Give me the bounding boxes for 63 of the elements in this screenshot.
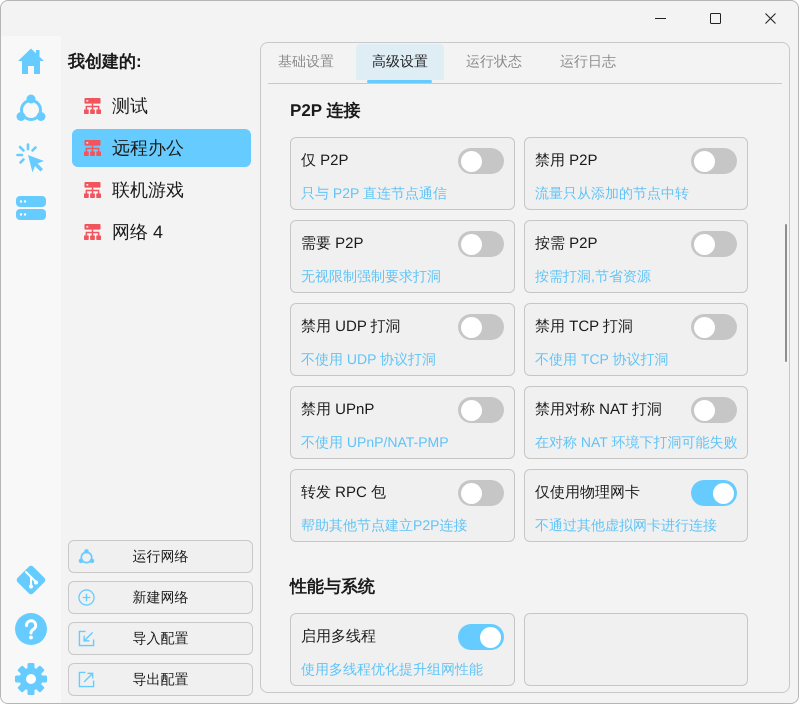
tab[interactable]: 高级设置 bbox=[356, 44, 444, 83]
network-topology-icon bbox=[83, 182, 102, 198]
import-config-button[interactable]: 导入配置 bbox=[68, 622, 253, 655]
settings-icon[interactable] bbox=[14, 662, 48, 696]
toggle-switch[interactable] bbox=[458, 624, 504, 650]
setting-title: 禁用 P2P bbox=[535, 151, 598, 171]
cursor-click-icon[interactable] bbox=[16, 143, 46, 173]
setting-description: 只与 P2P 直连节点通信 bbox=[301, 184, 447, 203]
network-topology-icon bbox=[83, 224, 102, 240]
setting-description: 不使用 UDP 协议打洞 bbox=[301, 350, 436, 369]
toggle-switch[interactable] bbox=[691, 148, 737, 174]
setting-title: 禁用 UPnP bbox=[301, 400, 374, 420]
network-topology-icon bbox=[83, 98, 102, 114]
network-ring-icon bbox=[78, 548, 95, 565]
section-title: P2P 连接 bbox=[290, 100, 361, 122]
setting-description: 流量只从添加的节点中转 bbox=[535, 184, 689, 203]
setting-description: 不使用 UPnP/NAT-PMP bbox=[301, 433, 449, 452]
setting-description: 按需打洞,节省资源 bbox=[535, 267, 651, 286]
toggle-switch[interactable] bbox=[691, 397, 737, 423]
setting-title: 仅使用物理网卡 bbox=[535, 483, 640, 503]
setting-description: 帮助其他节点建立P2P连接 bbox=[301, 516, 468, 535]
close-icon[interactable] bbox=[765, 13, 776, 24]
toggle-switch[interactable] bbox=[691, 480, 737, 506]
new-network-button[interactable]: 新建网络 bbox=[68, 581, 253, 614]
network-item[interactable]: 网络 4 bbox=[72, 213, 251, 251]
setting-title: 需要 P2P bbox=[301, 234, 364, 254]
toggle-switch[interactable] bbox=[458, 314, 504, 340]
setting-description: 不使用 TCP 协议打洞 bbox=[535, 350, 669, 369]
sidebar-heading: 我创建的: bbox=[68, 51, 142, 73]
network-item[interactable]: 联机游戏 bbox=[72, 171, 251, 209]
setting-title: 启用多线程 bbox=[301, 627, 376, 647]
export-config-button[interactable]: 导出配置 bbox=[68, 663, 253, 696]
setting-title: 禁用 UDP 打洞 bbox=[301, 317, 401, 337]
import-icon bbox=[78, 630, 95, 647]
maximize-icon[interactable] bbox=[710, 13, 721, 24]
toggle-switch[interactable] bbox=[691, 314, 737, 340]
toggle-switch[interactable] bbox=[458, 231, 504, 257]
setting-title: 按需 P2P bbox=[535, 234, 598, 254]
scrollbar-thumb[interactable] bbox=[785, 224, 787, 362]
setting-description: 使用多线程优化提升组网性能 bbox=[301, 660, 483, 679]
setting-description: 无视限制强制要求打洞 bbox=[301, 267, 441, 286]
setting-title: 禁用对称 NAT 打洞 bbox=[535, 400, 662, 420]
network-ring-icon[interactable] bbox=[16, 94, 46, 124]
plus-circle-icon bbox=[78, 589, 95, 606]
help-icon[interactable] bbox=[14, 612, 48, 646]
export-icon bbox=[78, 671, 95, 688]
minimize-icon[interactable] bbox=[655, 18, 666, 19]
server-icon[interactable] bbox=[15, 195, 47, 221]
setting-title: 仅 P2P bbox=[301, 151, 349, 171]
toggle-switch[interactable] bbox=[458, 480, 504, 506]
network-item[interactable]: 远程办公 bbox=[72, 129, 251, 167]
setting-title: 禁用 TCP 打洞 bbox=[535, 317, 634, 337]
home-icon[interactable] bbox=[17, 47, 45, 75]
setting-description: 不通过其他虚拟网卡进行连接 bbox=[535, 516, 717, 535]
toggle-switch[interactable] bbox=[458, 148, 504, 174]
toggle-switch[interactable] bbox=[691, 231, 737, 257]
section-title: 性能与系统 bbox=[290, 576, 375, 598]
run-network-button[interactable]: 运行网络 bbox=[68, 540, 253, 573]
setting-title: 转发 RPC 包 bbox=[301, 483, 386, 503]
toggle-switch[interactable] bbox=[458, 397, 504, 423]
network-topology-icon bbox=[83, 140, 102, 156]
network-item[interactable]: 测试 bbox=[72, 87, 251, 125]
setting-description: 在对称 NAT 环境下打洞可能失败 bbox=[535, 433, 738, 452]
